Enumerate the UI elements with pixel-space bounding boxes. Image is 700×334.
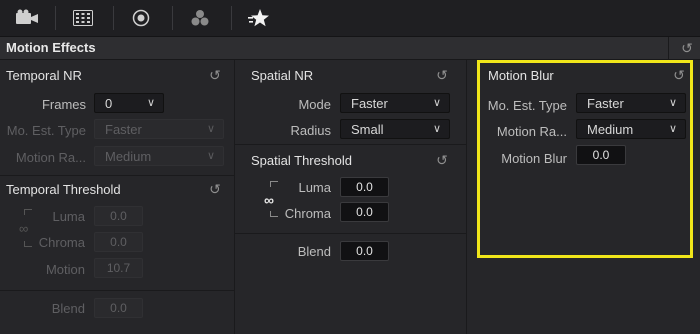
mb-mo-est-type-value: Faster [587, 96, 624, 111]
link-chain-icon[interactable]: ∞ [264, 192, 274, 208]
mode-value: Faster [351, 96, 388, 111]
st-blend-label: Blend [297, 244, 331, 259]
panel-divider [234, 60, 235, 334]
frames-dropdown[interactable]: 0 ∨ [94, 93, 164, 113]
frames-value: 0 [105, 96, 113, 111]
tt-chroma-label: Chroma [38, 235, 85, 250]
spatial-nr-reset-icon[interactable]: ↺ [435, 68, 449, 82]
toolbar [0, 0, 700, 37]
chevron-down-icon: ∨ [668, 97, 677, 109]
radius-label: Radius [290, 123, 331, 138]
mo-est-type-value: Faster [105, 122, 142, 137]
spatial-threshold-title: Spatial Threshold [251, 153, 352, 168]
temporal-threshold-reset-icon[interactable]: ↺ [208, 182, 222, 196]
tt-blend-label: Blend [51, 301, 85, 316]
mb-mo-est-type-dropdown[interactable]: Faster ∨ [576, 93, 686, 113]
st-chroma-label: Chroma [284, 206, 331, 221]
mb-motion-range-label: Motion Ra... [496, 124, 567, 139]
link-chain-icon[interactable]: ∞ [19, 221, 28, 236]
clip-grid-icon[interactable] [56, 4, 110, 32]
tt-blend-input[interactable]: 0.0 [94, 298, 143, 318]
spatial-threshold-reset-icon[interactable]: ↺ [435, 153, 449, 167]
section-divider [235, 233, 466, 234]
radius-dropdown[interactable]: Small ∨ [340, 119, 450, 139]
mb-motion-range-value: Medium [587, 122, 634, 137]
section-divider [0, 290, 234, 291]
chevron-down-icon: ∨ [432, 97, 441, 109]
reset-all-icon[interactable]: ↺ [680, 41, 694, 55]
temporal-nr-title: Temporal NR [6, 68, 82, 83]
tt-motion-input[interactable]: 10.7 [94, 258, 143, 278]
temporal-nr-reset-icon[interactable]: ↺ [208, 68, 222, 82]
motion-range-label: Motion Ra... [15, 150, 86, 165]
tt-luma-label: Luma [52, 209, 85, 224]
panel-title: Motion Effects [6, 40, 96, 55]
tt-chroma-input[interactable]: 0.0 [94, 232, 143, 252]
motion-blur-title: Motion Blur [488, 68, 554, 83]
motion-blur-input[interactable]: 0.0 [576, 145, 626, 165]
mode-dropdown[interactable]: Faster ∨ [340, 93, 450, 113]
record-target-icon[interactable] [114, 4, 168, 32]
mb-motion-range-dropdown[interactable]: Medium ∨ [576, 119, 686, 139]
motion-blur-reset-icon[interactable]: ↺ [672, 68, 686, 82]
st-chroma-input[interactable]: 0.0 [340, 202, 389, 222]
mb-mo-est-type-label: Mo. Est. Type [487, 98, 567, 113]
st-luma-input[interactable]: 0.0 [340, 177, 389, 197]
color-dots-icon[interactable] [173, 4, 227, 32]
frames-label: Frames [41, 97, 86, 112]
header-divider [668, 37, 669, 59]
chevron-down-icon: ∨ [432, 123, 441, 135]
chevron-down-icon: ∨ [146, 97, 155, 109]
panel-divider [466, 60, 467, 334]
motion-range-dropdown[interactable]: Medium ∨ [94, 146, 224, 166]
section-divider [235, 144, 466, 145]
motion-range-value: Medium [105, 149, 152, 164]
mode-label: Mode [298, 97, 331, 112]
temporal-threshold-title: Temporal Threshold [6, 182, 121, 197]
mo-est-type-label: Mo. Est. Type [6, 123, 86, 138]
tt-motion-label: Motion [45, 262, 85, 277]
st-luma-label: Luma [298, 180, 331, 195]
st-blend-input[interactable]: 0.0 [340, 241, 389, 261]
spatial-nr-title: Spatial NR [251, 68, 314, 83]
mo-est-type-dropdown[interactable]: Faster ∨ [94, 119, 224, 139]
motion-blur-label: Motion Blur [501, 151, 567, 166]
radius-value: Small [351, 122, 384, 137]
motion-effects-header: Motion Effects ↺ [0, 37, 700, 60]
tt-luma-input[interactable]: 0.0 [94, 206, 143, 226]
effects-star-icon[interactable] [232, 4, 286, 32]
chevron-down-icon: ∨ [206, 150, 215, 162]
chevron-down-icon: ∨ [206, 123, 215, 135]
section-divider [0, 175, 234, 176]
camera-icon[interactable] [0, 4, 54, 32]
chevron-down-icon: ∨ [668, 123, 677, 135]
